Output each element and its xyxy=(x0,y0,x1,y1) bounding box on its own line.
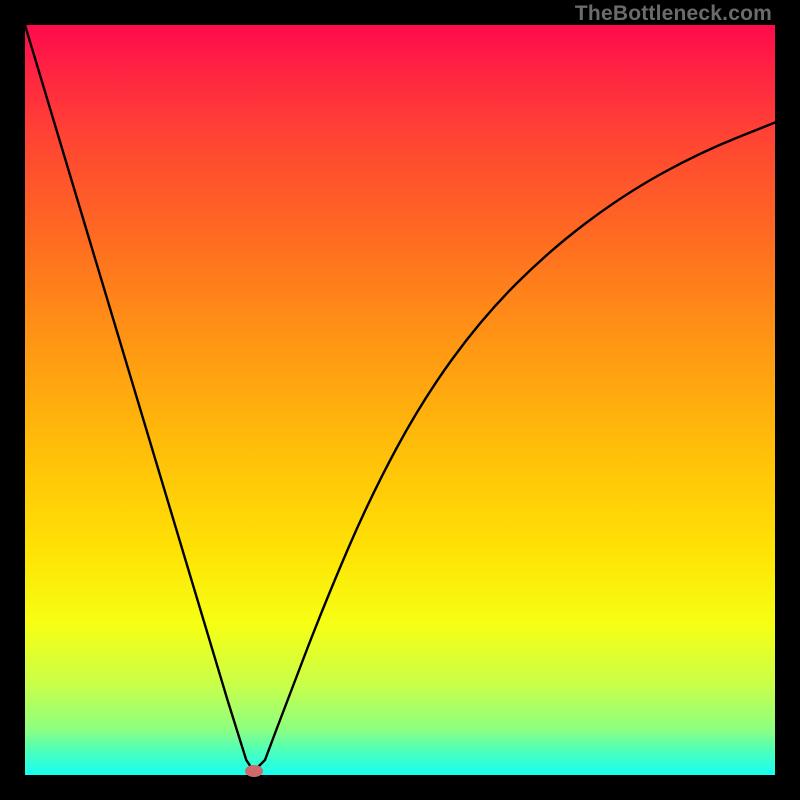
chart-frame: TheBottleneck.com xyxy=(0,0,800,800)
optimal-point-marker xyxy=(245,765,263,777)
bottleneck-curve-path xyxy=(25,25,775,771)
attribution-text: TheBottleneck.com xyxy=(575,2,772,26)
curve-svg xyxy=(25,25,775,775)
plot-area xyxy=(25,25,775,775)
